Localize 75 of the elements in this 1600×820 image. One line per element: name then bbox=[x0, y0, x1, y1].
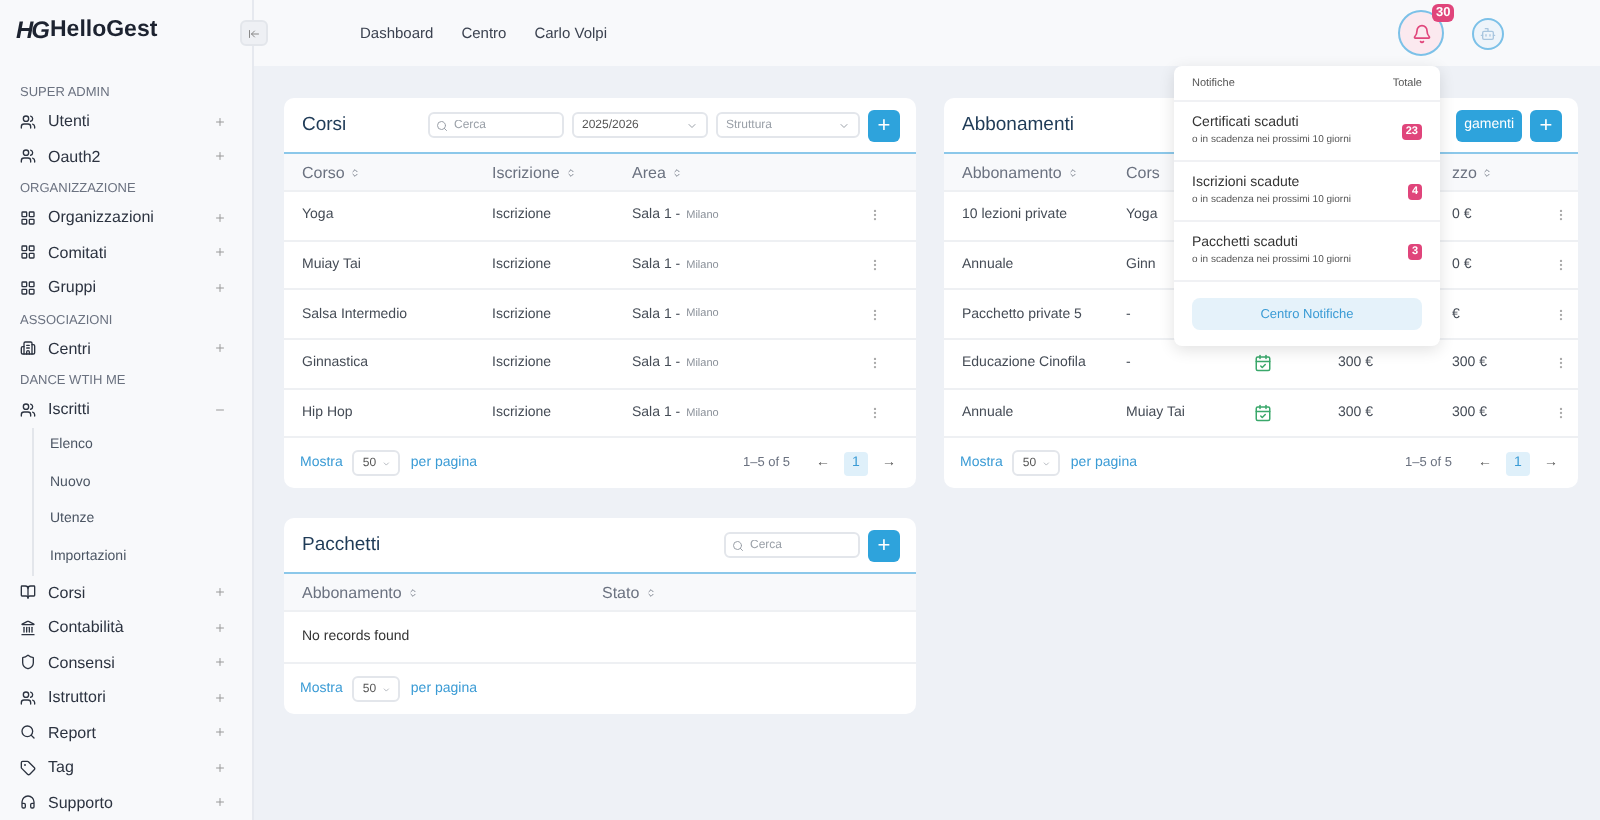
logo-mark: HG bbox=[16, 15, 48, 43]
card-title: Corsi bbox=[302, 114, 347, 136]
plus-icon[interactable] bbox=[214, 115, 226, 128]
card-title: Abbonamenti bbox=[962, 114, 1074, 136]
column-header: Abbonamento bbox=[962, 163, 1126, 181]
column-header: Corso bbox=[302, 163, 492, 181]
sidebar-item[interactable]: Comitati bbox=[0, 235, 252, 270]
chevron-down-icon bbox=[686, 119, 698, 131]
sidebar-item[interactable]: Contabilità bbox=[0, 610, 252, 645]
collapse-sidebar-button[interactable] bbox=[240, 20, 268, 46]
sidebar-item[interactable]: Report bbox=[0, 715, 252, 750]
plus-icon[interactable] bbox=[214, 796, 226, 809]
sort-icon[interactable] bbox=[1067, 167, 1078, 177]
robot-icon bbox=[1480, 25, 1496, 41]
search-icon bbox=[436, 119, 448, 131]
sidebar-item[interactable]: Supporto bbox=[0, 785, 252, 820]
grid-icon bbox=[20, 244, 36, 261]
tag-icon bbox=[20, 759, 36, 776]
users-icon bbox=[20, 113, 36, 130]
book-icon bbox=[20, 584, 36, 601]
minus-icon[interactable] bbox=[214, 403, 226, 416]
card-title: Pacchetti bbox=[302, 534, 381, 557]
bell-icon bbox=[1411, 23, 1431, 43]
sidebar-item[interactable]: Oauth2 bbox=[0, 139, 252, 174]
sort-icon[interactable] bbox=[645, 587, 656, 598]
calendar-check-icon[interactable] bbox=[1254, 354, 1272, 373]
sort-icon[interactable] bbox=[565, 167, 576, 177]
headphones-icon bbox=[20, 794, 36, 811]
chevron-down-icon bbox=[1042, 457, 1051, 470]
sidebar-item[interactable]: Centri bbox=[0, 331, 252, 366]
sidebar-item[interactable]: Iscritti bbox=[0, 392, 252, 427]
calendar-check-icon[interactable] bbox=[1254, 404, 1272, 423]
building-icon bbox=[20, 340, 36, 357]
users-icon bbox=[20, 148, 36, 165]
search-icon bbox=[20, 724, 36, 741]
column-header: Stato bbox=[602, 583, 916, 602]
collapse-icon bbox=[248, 27, 260, 39]
plus-icon[interactable] bbox=[214, 691, 226, 704]
sidebar-item[interactable]: Gruppi bbox=[0, 270, 252, 305]
bank-icon bbox=[20, 619, 36, 636]
sort-icon[interactable] bbox=[350, 167, 361, 177]
sort-icon[interactable] bbox=[407, 587, 418, 598]
plus-icon[interactable] bbox=[214, 246, 226, 259]
sidebar-item[interactable]: Corsi bbox=[0, 575, 252, 610]
plus-icon[interactable] bbox=[214, 150, 226, 163]
plus-icon[interactable] bbox=[214, 211, 226, 224]
users-icon bbox=[20, 689, 36, 706]
sort-icon[interactable] bbox=[1482, 167, 1493, 177]
grid-icon bbox=[20, 209, 36, 226]
sidebar-item[interactable]: Tag bbox=[0, 750, 252, 785]
chevron-down-icon bbox=[382, 683, 391, 696]
logo-name: HelloGest bbox=[50, 17, 158, 41]
users-icon bbox=[20, 401, 36, 418]
sidebar-item[interactable]: Consensi bbox=[0, 645, 252, 680]
sidebar-item[interactable]: Organizzazioni bbox=[0, 200, 252, 235]
column-header: zzo bbox=[1452, 163, 1536, 181]
column-header: Abbonamento bbox=[302, 583, 602, 602]
plus-icon[interactable] bbox=[214, 726, 226, 739]
grid-icon bbox=[20, 279, 36, 296]
column-header: Area bbox=[632, 163, 868, 181]
plus-icon[interactable] bbox=[214, 281, 226, 294]
sidebar-item[interactable]: Istruttori bbox=[0, 680, 252, 715]
chevron-down-icon bbox=[838, 119, 850, 131]
plus-icon[interactable] bbox=[214, 656, 226, 669]
chevron-down-icon bbox=[382, 457, 391, 470]
assistant-button[interactable] bbox=[1472, 17, 1504, 49]
column-header: Iscrizione bbox=[492, 163, 632, 181]
sort-icon[interactable] bbox=[671, 167, 682, 177]
plus-icon[interactable] bbox=[214, 342, 226, 355]
plus-icon[interactable] bbox=[214, 761, 226, 774]
plus-icon[interactable] bbox=[214, 621, 226, 634]
shield-icon bbox=[20, 654, 36, 671]
sidebar-item[interactable]: Utenti bbox=[0, 104, 252, 139]
plus-icon[interactable] bbox=[214, 586, 226, 599]
search-icon bbox=[732, 539, 744, 552]
